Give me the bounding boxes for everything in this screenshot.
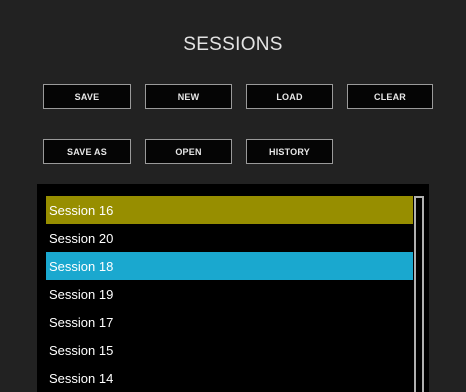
open-button[interactable]: OPEN: [145, 139, 232, 164]
list-item[interactable]: Session 16: [46, 196, 413, 224]
session-label: Session 18: [49, 258, 114, 274]
session-label: Session 17: [49, 314, 114, 330]
list-item[interactable]: Session 19: [46, 280, 413, 308]
session-label: Session 16: [49, 202, 114, 218]
session-list-panel: Session 16 Session 20 Session 18 Session…: [37, 184, 429, 392]
save-button[interactable]: SAVE: [43, 84, 131, 109]
list-item[interactable]: Session 20: [46, 224, 413, 252]
list-item[interactable]: Session 15: [46, 336, 413, 364]
session-label: Session 15: [49, 342, 114, 358]
session-label: Session 19: [49, 286, 114, 302]
list-item[interactable]: Session 14: [46, 364, 413, 392]
list-item[interactable]: Session 17: [46, 308, 413, 336]
session-list: Session 16 Session 20 Session 18 Session…: [46, 196, 413, 392]
page-title: SESSIONS: [183, 34, 283, 55]
history-button[interactable]: HISTORY: [246, 139, 333, 164]
list-scrollbar[interactable]: [414, 196, 424, 392]
load-button[interactable]: LOAD: [246, 84, 333, 109]
session-label: Session 14: [49, 370, 114, 386]
session-label: Session 20: [49, 230, 114, 246]
save-as-button[interactable]: SAVE AS: [43, 139, 131, 164]
sessions-window: SESSIONS SAVE NEW LOAD CLEAR SAVE AS OPE…: [0, 0, 466, 392]
clear-button[interactable]: CLEAR: [347, 84, 433, 109]
list-item[interactable]: Session 18: [46, 252, 413, 280]
new-button[interactable]: NEW: [145, 84, 232, 109]
